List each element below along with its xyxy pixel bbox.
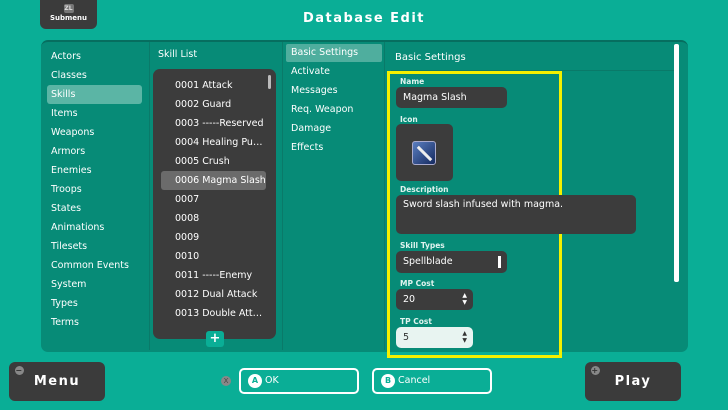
skill-list-item[interactable]: 0012 Dual Attack <box>161 285 266 304</box>
add-skill-button[interactable]: + <box>206 331 224 347</box>
icon-label: Icon <box>400 115 418 124</box>
mp-cost-value: 20 <box>403 294 416 305</box>
skill-list-item[interactable]: 0008 <box>161 209 266 228</box>
skill-list-item[interactable]: 0003 -----Reserved <box>161 114 266 133</box>
play-label: Play <box>614 374 652 389</box>
skill-list-item[interactable]: 0013 Double Att… <box>161 304 266 323</box>
skill-list-item[interactable]: 0010 <box>161 247 266 266</box>
category-system[interactable]: System <box>47 275 142 294</box>
tab-damage[interactable]: Damage <box>286 120 382 138</box>
category-animations[interactable]: Animations <box>47 218 142 237</box>
tp-cost-label: TP Cost <box>400 317 432 326</box>
ok-label: OK <box>265 375 279 386</box>
basic-settings-heading: Basic Settings <box>395 52 466 63</box>
category-troops[interactable]: Troops <box>47 180 142 199</box>
tab-basic-settings[interactable]: Basic Settings <box>286 44 382 62</box>
spin-arrows-icon[interactable]: ▲ ▼ <box>462 292 467 306</box>
spin-arrows-icon[interactable]: ▲ ▼ <box>462 330 467 344</box>
b-key-icon: B <box>381 373 395 388</box>
tp-cost-stepper[interactable]: 5 ▲ ▼ <box>396 327 473 348</box>
icon-picker[interactable] <box>396 124 453 181</box>
tab-activate[interactable]: Activate <box>286 63 382 81</box>
description-label: Description <box>400 185 449 194</box>
play-button[interactable]: + Play <box>585 362 681 401</box>
divider <box>149 42 150 350</box>
skill-list-item[interactable]: 0001 Attack <box>161 76 266 95</box>
category-actors[interactable]: Actors <box>47 47 142 66</box>
category-types[interactable]: Types <box>47 294 142 313</box>
skill-list-item[interactable]: 0005 Crush <box>161 152 266 171</box>
skill-list-item[interactable]: 0007 <box>161 190 266 209</box>
skill-list-item[interactable]: 0011 -----Enemy <box>161 266 266 285</box>
skill-list-scrollbar[interactable] <box>268 75 271 89</box>
skill-list-item[interactable]: 0004 Healing Pu… <box>161 133 266 152</box>
page-title: Database Edit <box>302 11 426 26</box>
category-tilesets[interactable]: Tilesets <box>47 237 142 256</box>
settings-scrollbar[interactable] <box>674 44 679 282</box>
description-input[interactable]: Sword slash infused with magma. <box>396 195 636 234</box>
category-armors[interactable]: Armors <box>47 142 142 161</box>
x-button-icon: X <box>221 376 231 386</box>
category-classes[interactable]: Classes <box>47 66 142 85</box>
skill-list-item[interactable]: 0009 <box>161 228 266 247</box>
skill-list[interactable]: 0001 Attack 0002 Guard 0003 -----Reserved 0… <box>153 69 276 339</box>
sword-icon <box>412 141 436 165</box>
skill-type-select[interactable]: Spellblade <box>396 251 507 273</box>
minus-icon: − <box>15 366 24 375</box>
skill-types-label: Skill Types <box>400 241 445 250</box>
skill-list-item[interactable]: 0002 Guard <box>161 95 266 114</box>
ok-button[interactable]: A OK <box>239 368 359 394</box>
category-states[interactable]: States <box>47 199 142 218</box>
category-enemies[interactable]: Enemies <box>47 161 142 180</box>
plus-icon: + <box>591 366 600 375</box>
a-key-icon: A <box>248 373 262 388</box>
tab-req-weapon[interactable]: Req. Weapon <box>286 101 382 119</box>
skill-type-value: Spellblade <box>403 256 453 267</box>
skill-list-item[interactable]: 0006 Magma Slash <box>161 171 266 190</box>
skill-list-title: Skill List <box>158 49 198 60</box>
category-skills[interactable]: Skills <box>47 85 142 104</box>
category-weapons[interactable]: Weapons <box>47 123 142 142</box>
cancel-button[interactable]: B Cancel <box>372 368 492 394</box>
tab-effects[interactable]: Effects <box>286 139 382 157</box>
divider <box>384 42 385 350</box>
cancel-label: Cancel <box>398 375 431 386</box>
name-input[interactable]: Magma Slash <box>396 87 507 108</box>
category-common-events[interactable]: Common Events <box>47 256 142 275</box>
category-items[interactable]: Items <box>47 104 142 123</box>
menu-label: Menu <box>33 374 81 389</box>
mp-cost-stepper[interactable]: 20 ▲ ▼ <box>396 289 473 310</box>
tab-messages[interactable]: Messages <box>286 82 382 100</box>
category-terms[interactable]: Terms <box>47 313 142 332</box>
mp-cost-label: MP Cost <box>400 279 435 288</box>
divider <box>282 42 283 350</box>
tp-cost-value: 5 <box>403 332 410 343</box>
name-label: Name <box>400 77 425 86</box>
menu-button[interactable]: − Menu <box>9 362 105 401</box>
